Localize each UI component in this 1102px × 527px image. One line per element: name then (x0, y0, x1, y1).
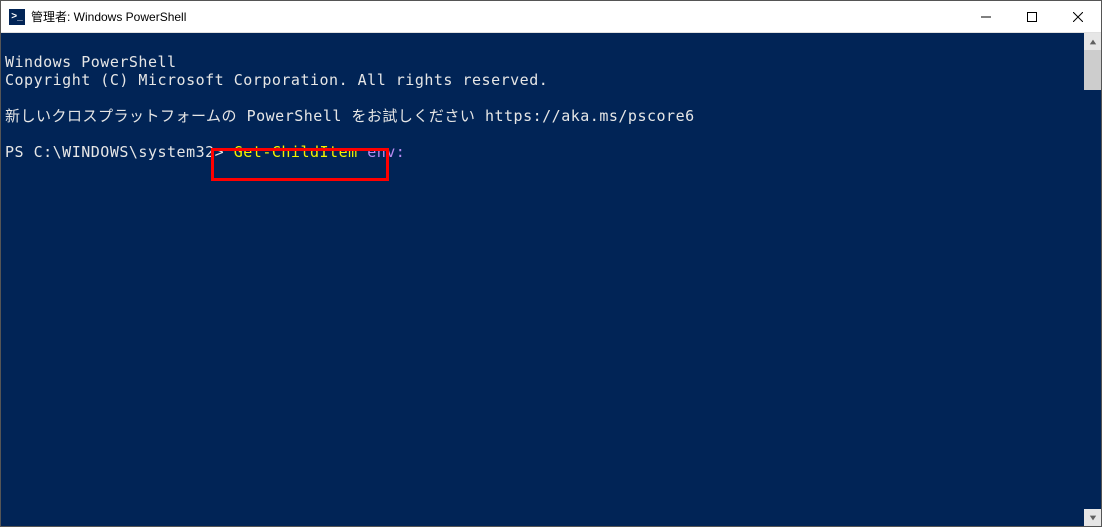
header-line-1: Windows PowerShell (5, 53, 177, 71)
minimize-button[interactable] (963, 1, 1009, 32)
scroll-thumb[interactable] (1084, 50, 1101, 90)
close-button[interactable] (1055, 1, 1101, 32)
scroll-up-button[interactable] (1084, 33, 1101, 50)
powershell-window: >_ 管理者: Windows PowerShell Windows Power… (0, 0, 1102, 527)
console-content[interactable]: Windows PowerShell Copyright (C) Microso… (1, 33, 1084, 526)
titlebar: >_ 管理者: Windows PowerShell (1, 1, 1101, 33)
header-line-2: Copyright (C) Microsoft Corporation. All… (5, 71, 548, 89)
command-cmdlet: Get-ChildItem (234, 143, 358, 161)
powershell-icon: >_ (11, 11, 22, 22)
console-area: Windows PowerShell Copyright (C) Microso… (1, 33, 1101, 526)
window-title: 管理者: Windows PowerShell (31, 8, 963, 25)
app-icon: >_ (9, 9, 25, 25)
command-space (358, 143, 368, 161)
command-arg: env: (367, 143, 405, 161)
scroll-down-button[interactable] (1084, 509, 1101, 526)
prompt-line: PS C:\WINDOWS\system32> Get-ChildItem en… (5, 143, 405, 161)
banner-line: 新しいクロスプラットフォームの PowerShell をお試しください http… (5, 107, 695, 125)
scrollbar[interactable] (1084, 33, 1101, 526)
window-controls (963, 1, 1101, 32)
prompt-text: PS C:\WINDOWS\system32> (5, 143, 234, 161)
maximize-button[interactable] (1009, 1, 1055, 32)
